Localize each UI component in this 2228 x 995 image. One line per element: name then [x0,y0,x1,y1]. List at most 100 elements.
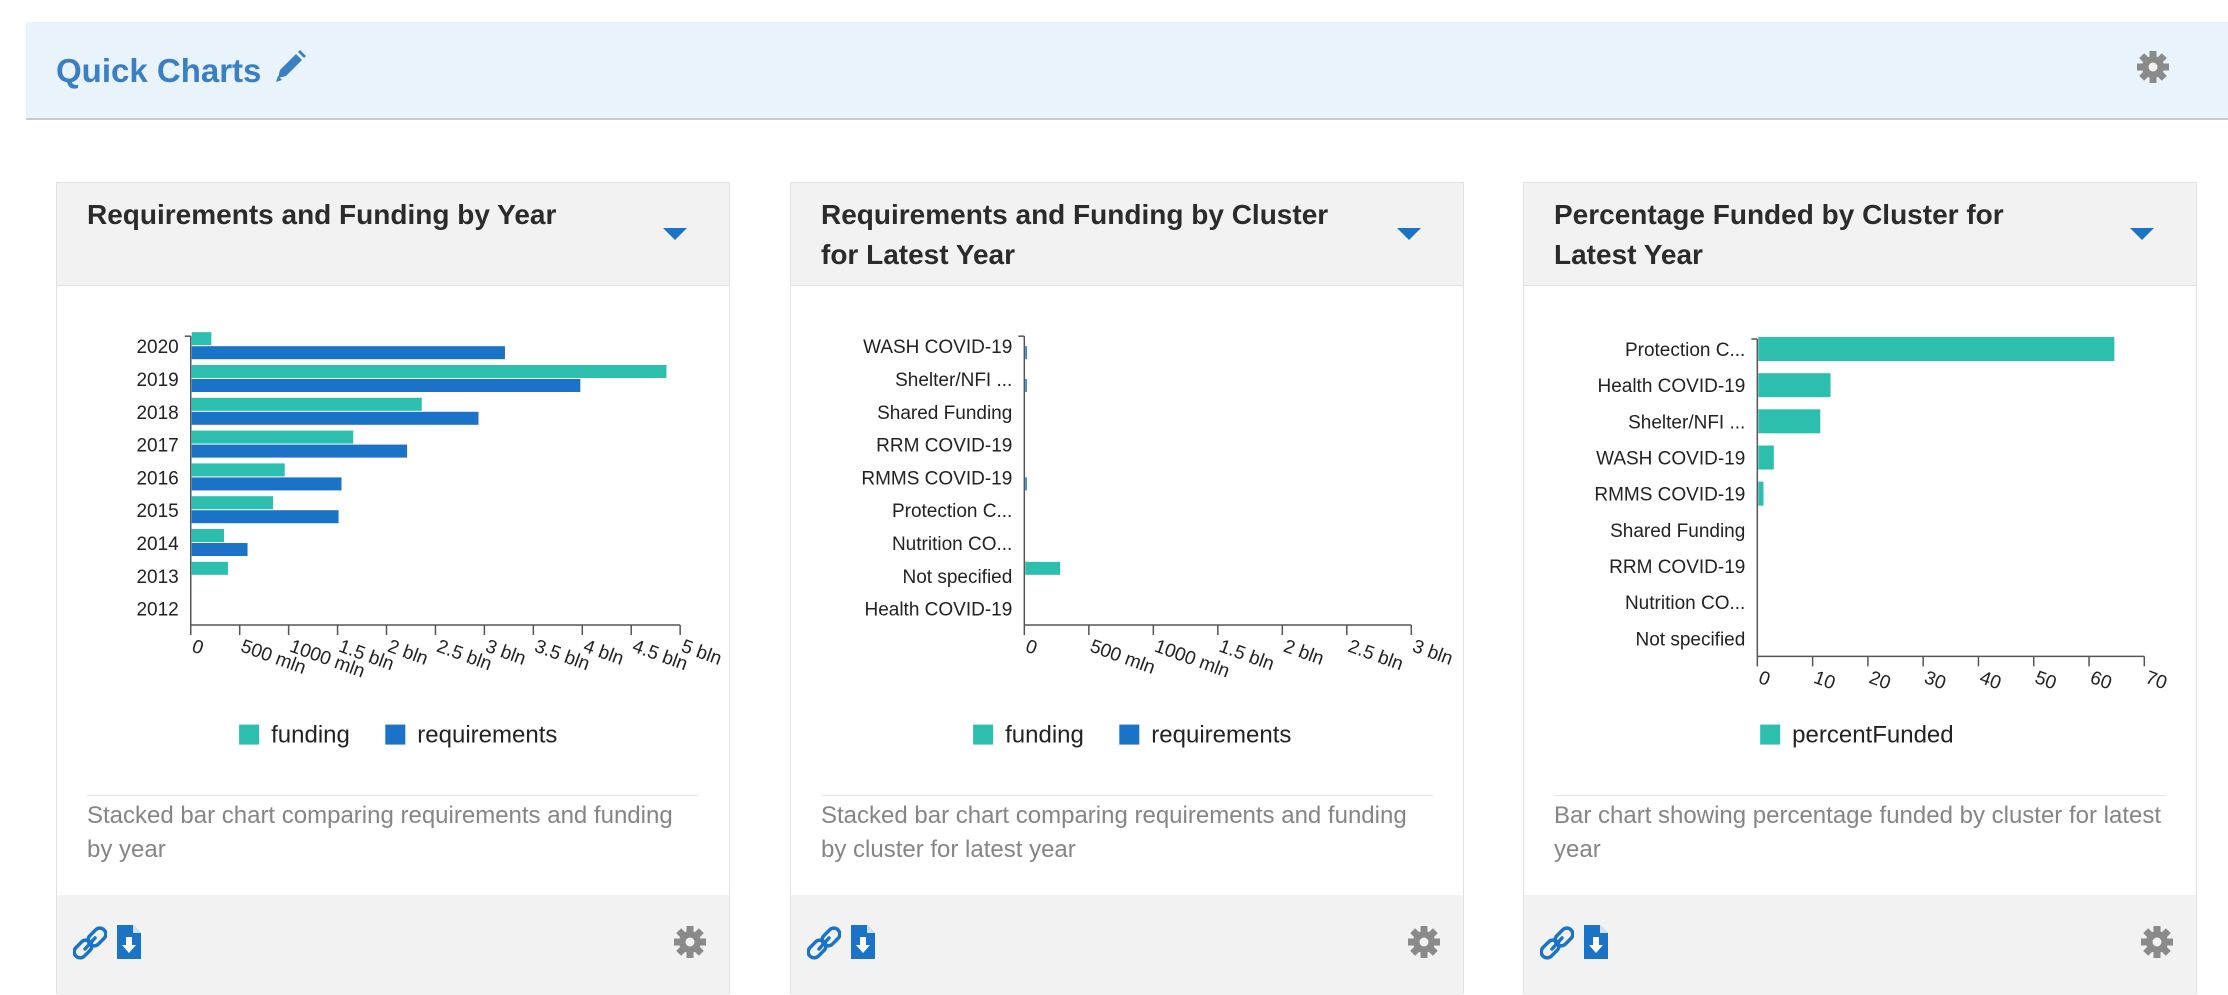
category-label: 2020 [136,337,178,358]
divider [1554,795,2166,796]
category-label: WASH COVID-19 [1596,448,1745,469]
legend-swatch-funding [239,724,260,745]
chart-card-percentage-funded-by-cluster: Percentage Funded by Cluster for Latest … [1523,182,2197,995]
chart-card-requirements-funding-by-cluster: Requirements and Funding by Cluster for … [790,182,1464,995]
card-caption: Stacked bar chart comparing requirements… [87,802,673,863]
card-title: Requirements and Funding by Year [87,199,557,230]
bar-percentFunded [1758,481,1764,506]
category-label: 2014 [136,534,179,555]
x-tick-label: 0 [1023,636,1040,659]
x-tick-label: 10 [1811,667,1838,694]
card-header: Requirements and Funding by Cluster for … [791,183,1463,286]
chart-area: Protection C... Health COVID-19 Shelter/NF… [1594,337,2170,749]
x-tick-label: 2 bln [1281,636,1327,670]
legend-swatch-funding [973,724,994,745]
bar-requirements [191,477,342,491]
plot-group: 2020 2019 2018 2017 2016 2015 2014 2013 2012 [136,332,667,621]
bar-requirements [1025,346,1027,360]
card-footer [57,895,729,995]
pencil-icon[interactable] [272,48,308,86]
x-tick-label: 20 [1866,667,1893,694]
category-label: Shelter/NFI ... [1628,412,1745,433]
x-tick-label: 30 [1921,667,1948,694]
bar-funding [191,364,667,378]
x-tick-label: 0 [189,636,206,659]
x-tick-label: 3 bln [1410,636,1456,670]
download-icon[interactable] [849,923,877,961]
card-title: Percentage Funded by Cluster for Latest … [1554,199,2004,270]
gear-icon[interactable] [673,925,707,959]
bar-funding [191,463,285,477]
link-icon[interactable] [807,925,841,961]
plot-group: Protection C... Health COVID-19 Shelter/NF… [1594,337,2115,650]
category-label: Nutrition CO... [892,534,1012,555]
category-label: Nutrition CO... [1625,593,1745,614]
category-label: 2012 [136,600,178,621]
plot-group: WASH COVID-19 Shelter/NFI ... Shared Fundi… [861,337,1061,621]
x-tick-label: 2.5 bln [1345,636,1406,675]
card-header: Requirements and Funding by Year [57,183,729,286]
category-label: Not specified [1635,629,1745,650]
card-footer [791,895,1463,995]
bar-funding [1025,561,1061,575]
quick-charts-header: Quick Charts [26,22,2228,120]
category-label: Protection C... [1625,340,1745,361]
gear-icon[interactable] [2136,50,2170,84]
bar-funding [191,561,228,575]
legend-label-percentFunded: percentFunded [1792,722,1953,749]
legend-label-funding: funding [271,722,350,749]
card-title: Requirements and Funding by Cluster for … [821,199,1329,270]
x-tick-label: 500 mln [1087,636,1158,679]
bar-funding [191,397,422,411]
link-icon[interactable] [73,925,107,961]
gear-icon[interactable] [1407,925,1441,959]
category-label: 2018 [136,403,178,424]
caret-down-icon[interactable] [661,225,689,243]
bar-requirements [191,378,581,392]
page-title: Quick Charts [56,52,262,89]
category-label: 2019 [136,370,178,391]
bar-requirements [191,543,248,557]
caret-down-icon[interactable] [1395,225,1423,243]
legend-swatch-percentFunded [1760,724,1781,745]
legend-label-requirements: requirements [1151,722,1291,749]
caret-down-icon[interactable] [2128,225,2156,243]
category-label: RMMS COVID-19 [861,468,1012,489]
x-tick-label: 50 [2032,667,2059,694]
category-label: Health COVID-19 [864,600,1012,621]
category-label: Shelter/NFI ... [895,370,1012,391]
category-label: Health COVID-19 [1597,376,1745,397]
bar-percentFunded [1758,409,1821,434]
bar-requirements [191,346,505,360]
legend-label-requirements: requirements [417,722,557,749]
category-label: RMMS COVID-19 [1594,485,1745,506]
card-caption: Stacked bar chart comparing requirements… [821,802,1407,863]
download-icon[interactable] [115,923,143,961]
chart-area: 2020201920182017201620152014201320120 500… [136,332,724,749]
gear-icon[interactable] [2140,925,2174,959]
bar-requirements [191,444,408,458]
legend-swatch-requirements [1119,724,1140,745]
bar-percentFunded [1758,373,1831,398]
category-label: Shared Funding [877,403,1012,424]
bar-funding [191,332,212,346]
category-label: WASH COVID-19 [863,337,1012,358]
link-icon[interactable] [1540,925,1574,961]
bar-funding [191,529,225,543]
card-header: Percentage Funded by Cluster for Latest … [1524,183,2196,286]
bar-percentFunded [1758,445,1774,470]
bar-requirements [191,510,339,524]
download-icon[interactable] [1582,923,1610,961]
x-tick-label: 70 [2143,667,2170,694]
bar-percentFunded [1758,337,2115,362]
category-label: 2017 [136,436,178,457]
category-label: 2015 [136,501,178,522]
divider [821,795,1433,796]
category-label: 2013 [136,567,178,588]
category-label: RRM COVID-19 [876,436,1012,457]
x-tick-label: 60 [2087,667,2114,694]
divider [87,795,699,796]
category-label: Not specified [902,567,1012,588]
card-caption: Bar chart showing percentage funded by c… [1554,802,2162,863]
x-tick-label: 0 [1756,667,1773,690]
